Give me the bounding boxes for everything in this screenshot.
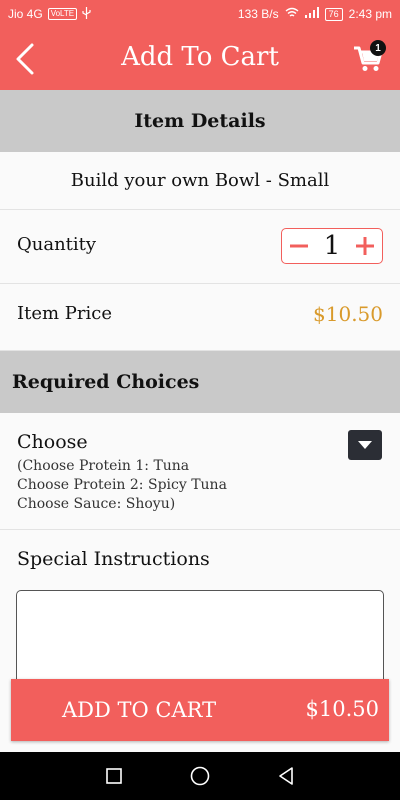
add-to-cart-label: ADD TO CART [62, 698, 217, 722]
quantity-row: Quantity 1 [0, 210, 400, 284]
carrier-text: Jio 4G [8, 7, 43, 21]
item-price-row: Item Price $10.50 [0, 284, 400, 351]
special-instructions-section: Special Instructions [0, 530, 400, 690]
home-icon[interactable] [188, 764, 212, 788]
choice-selection: (Choose Protein 1: Tuna [17, 458, 190, 474]
choice-selections: (Choose Protein 1: Tuna Choose Protein 2… [17, 457, 227, 514]
volte-badge: VoLTE [47, 8, 78, 20]
quantity-stepper: 1 [281, 228, 383, 264]
required-choices-header: Required Choices [0, 351, 400, 413]
plus-icon[interactable] [354, 235, 376, 257]
choice-selection: Choose Sauce: Shoyu) [17, 496, 176, 512]
item-details-title: Item Details [134, 110, 266, 132]
app-bar: Add To Cart 1 [0, 28, 400, 90]
add-to-cart-button[interactable]: ADD TO CART $10.50 [11, 679, 389, 741]
clock-text: 2:43 pm [348, 7, 392, 21]
system-nav-bar [0, 752, 400, 800]
recents-icon[interactable] [102, 764, 126, 788]
cart-count-badge: 1 [370, 40, 386, 56]
battery-icon: 76 [324, 7, 343, 21]
choose-label: Choose [17, 431, 88, 453]
network-speed: 133 B/s [237, 7, 279, 21]
required-choices-title: Required Choices [12, 371, 200, 393]
special-instructions-input[interactable] [16, 590, 384, 690]
item-details-header: Item Details [0, 90, 400, 152]
wifi-icon [285, 7, 299, 21]
item-price-value: $10.50 [313, 302, 383, 326]
choice-selection: Choose Protein 2: Spicy Tuna [17, 477, 227, 493]
signal-icon [304, 7, 319, 21]
back-nav-icon[interactable] [274, 764, 298, 788]
special-instructions-label: Special Instructions [17, 548, 210, 570]
dropdown-arrow-icon[interactable] [348, 430, 382, 460]
minus-icon[interactable] [288, 235, 310, 257]
item-name-row: Build your own Bowl - Small [0, 152, 400, 210]
add-to-cart-total: $10.50 [305, 697, 379, 721]
quantity-value: 1 [323, 231, 341, 261]
item-name: Build your own Bowl - Small [70, 170, 330, 191]
item-price-label: Item Price [17, 303, 112, 324]
quantity-label: Quantity [17, 234, 97, 255]
status-bar: Jio 4G VoLTE 133 B/s 76 2:43 pm [0, 0, 400, 28]
page-title: Add To Cart [121, 42, 279, 72]
usb-icon [82, 6, 91, 22]
choose-row[interactable]: Choose (Choose Protein 1: Tuna Choose Pr… [0, 413, 400, 530]
